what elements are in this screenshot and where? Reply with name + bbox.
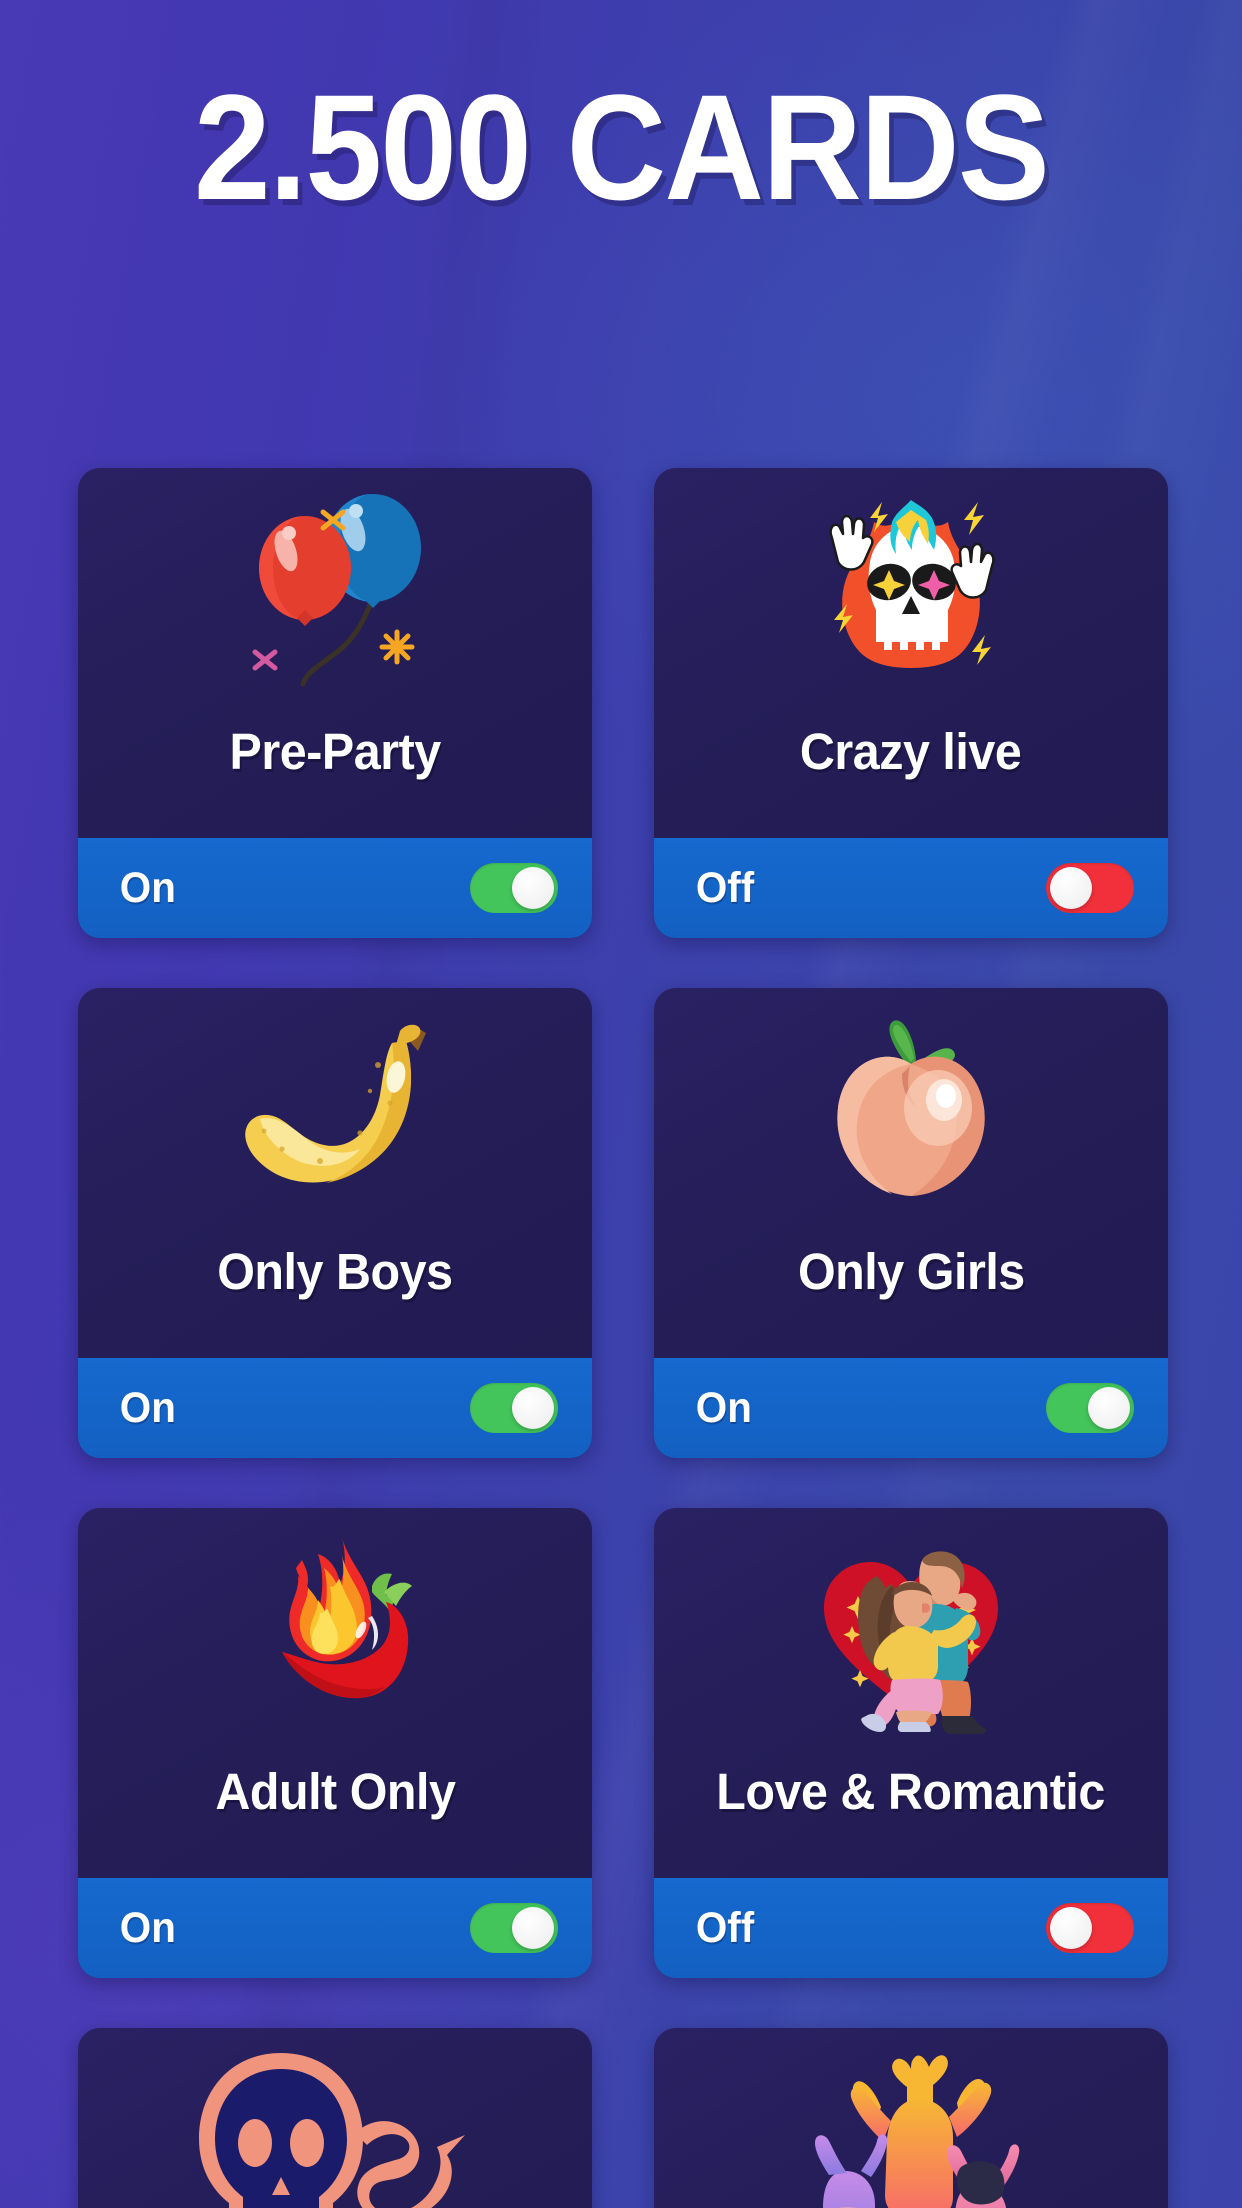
toggle-switch[interactable] xyxy=(470,1903,558,1953)
toggle-knob xyxy=(512,867,554,909)
card-title: Only Boys xyxy=(217,1243,453,1300)
toggle-switch[interactable] xyxy=(470,863,558,913)
couple-in-heart-icon xyxy=(654,1526,1168,1738)
category-card-pre-party[interactable]: Pre-Party On xyxy=(78,468,592,938)
card-footer: Off xyxy=(654,1878,1168,1978)
state-label: Off xyxy=(695,864,755,912)
state-label: On xyxy=(119,1384,176,1432)
card-footer: On xyxy=(78,1358,592,1458)
toggle-knob xyxy=(512,1387,554,1429)
celebrating-crowd-icon xyxy=(654,2046,1168,2208)
card-body: Adult Only xyxy=(78,1508,592,1878)
toggle-knob xyxy=(1050,1907,1092,1949)
category-card-partial-left[interactable] xyxy=(78,2028,592,2208)
state-label: Off xyxy=(695,1904,755,1952)
card-body: Pre-Party xyxy=(78,468,592,838)
state-label: On xyxy=(695,1384,752,1432)
flaming-punk-skull-icon xyxy=(654,486,1168,698)
toggle-switch[interactable] xyxy=(470,1383,558,1433)
card-title: Love & Romantic xyxy=(716,1763,1106,1820)
card-footer: On xyxy=(78,838,592,938)
card-body: Crazy live xyxy=(654,468,1168,838)
card-footer: Off xyxy=(654,838,1168,938)
pink-ghost-skull-icon xyxy=(78,2046,592,2208)
category-card-only-boys[interactable]: Only Boys On xyxy=(78,988,592,1458)
card-body xyxy=(78,2028,592,2208)
peach-icon xyxy=(654,1006,1168,1218)
toggle-switch[interactable] xyxy=(1046,1383,1134,1433)
card-body xyxy=(654,2028,1168,2208)
card-body: Love & Romantic xyxy=(654,1508,1168,1878)
banana-icon xyxy=(78,1006,592,1218)
state-label: On xyxy=(119,864,176,912)
state-label: On xyxy=(119,1904,176,1952)
card-body: Only Girls xyxy=(654,988,1168,1358)
page-title: 2.500 CARDS xyxy=(193,63,1050,231)
card-footer: On xyxy=(78,1878,592,1978)
chili-pepper-flame-icon xyxy=(78,1526,592,1738)
category-card-only-girls[interactable]: Only Girls On xyxy=(654,988,1168,1458)
card-title: Pre-Party xyxy=(229,723,441,780)
category-card-grid: Pre-Party On Crazy live Off Only Boys On… xyxy=(78,468,1168,2208)
category-card-love-and-romantic[interactable]: Love & Romantic Off xyxy=(654,1508,1168,1978)
category-card-crazy-live[interactable]: Crazy live Off xyxy=(654,468,1168,938)
toggle-knob xyxy=(1088,1387,1130,1429)
toggle-knob xyxy=(1050,867,1092,909)
category-card-partial-right[interactable] xyxy=(654,2028,1168,2208)
card-title: Only Girls xyxy=(797,1243,1025,1300)
balloons-icon xyxy=(78,486,592,698)
category-card-adult-only[interactable]: Adult Only On xyxy=(78,1508,592,1978)
toggle-knob xyxy=(512,1907,554,1949)
toggle-switch[interactable] xyxy=(1046,863,1134,913)
toggle-switch[interactable] xyxy=(1046,1903,1134,1953)
card-title: Adult Only xyxy=(214,1763,456,1820)
card-body: Only Boys xyxy=(78,988,592,1358)
card-footer: On xyxy=(654,1358,1168,1458)
card-title: Crazy live xyxy=(800,723,1022,780)
